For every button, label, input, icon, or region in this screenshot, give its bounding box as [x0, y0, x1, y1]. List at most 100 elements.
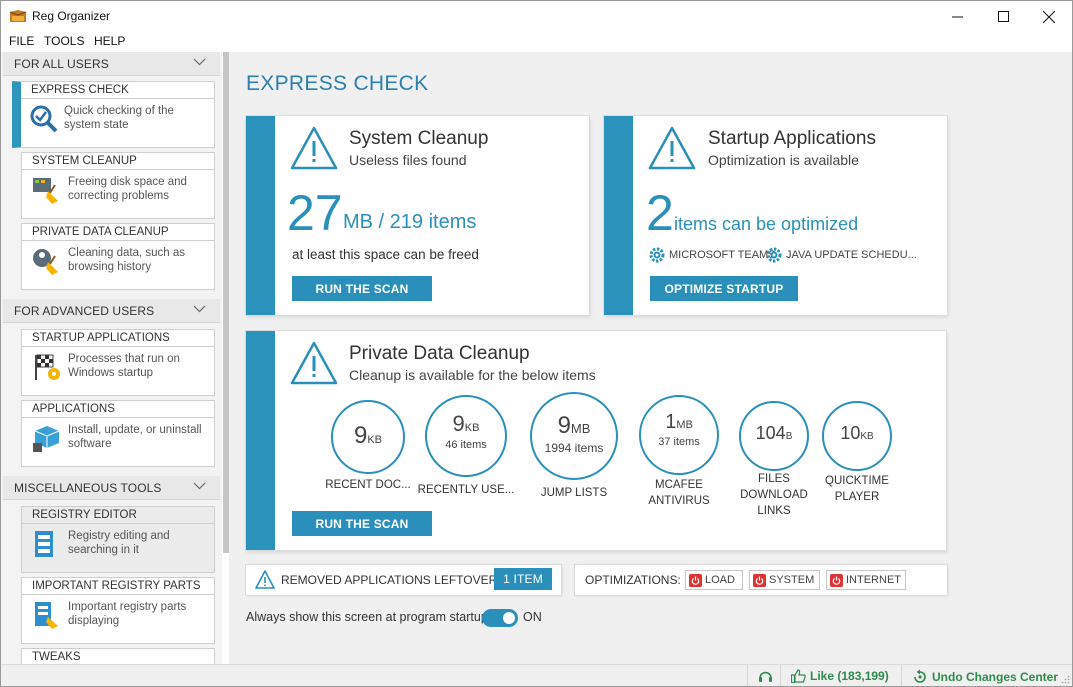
optimizations-strip: OPTIMIZATIONS: LOAD SYSTEM INTERNET	[575, 565, 947, 595]
private-item-circle[interactable]: 9KB	[331, 400, 405, 474]
undo-changes-center-button[interactable]: Undo Changes Center	[912, 669, 1058, 685]
broom-monitor-icon	[33, 178, 58, 204]
maximize-icon	[997, 11, 1009, 22]
registry-editor-icon	[35, 531, 53, 557]
leftovers-strip: REMOVED APPLICATIONS LEFTOVERS 1 ITEM	[246, 565, 561, 595]
power-off-icon	[689, 573, 702, 587]
private-item-circle[interactable]: 10KB	[822, 401, 892, 471]
warning-icon	[290, 126, 338, 170]
cleanup-note: at least this space can be freed	[292, 247, 479, 262]
startup-tag-teams[interactable]: MICROSOFT TEAMS	[649, 247, 776, 263]
private-item-circle[interactable]: 104B	[739, 401, 809, 471]
power-off-icon	[830, 573, 843, 587]
private-item-size: 1	[665, 411, 677, 433]
minimize-button[interactable]	[934, 1, 980, 32]
power-off-icon	[753, 573, 766, 587]
startup-tag-java[interactable]: JAVA UPDATE SCHEDU...	[766, 247, 917, 263]
sidebar-item-important-registry-parts[interactable]: IMPORTANT REGISTRY PARTS Important regis…	[21, 577, 215, 644]
status-divider	[780, 665, 781, 686]
sidebar-item-desc: Install, update, or uninstall software	[68, 424, 202, 450]
private-item-unit: MB	[676, 419, 693, 431]
magnifier-check-icon	[30, 105, 58, 133]
resize-grip-icon[interactable]	[1061, 675, 1070, 684]
private-item-unit: KB	[367, 434, 383, 446]
sidebar-item-title: APPLICATIONS	[22, 401, 214, 418]
startup-toggle-label: Always show this screen at program start…	[246, 610, 488, 624]
sidebar-item-tweaks[interactable]: TWEAKS	[21, 648, 215, 664]
sidebar-item-desc: Quick checking of the system state	[64, 105, 174, 131]
menu-help[interactable]: HELP	[94, 34, 125, 48]
startup-toggle-switch[interactable]	[482, 609, 518, 627]
private-item-circle[interactable]: 9MB 1994 items	[530, 392, 618, 480]
sidebar-item-registry-editor[interactable]: REGISTRY EDITOR Registry editing and sea…	[21, 506, 215, 573]
optimization-label: INTERNET	[846, 574, 901, 586]
run-scan-button[interactable]: RUN THE SCAN	[292, 511, 432, 536]
reg-organizer-logo-icon	[9, 10, 27, 22]
section-label: MISCELLANEOUS TOOLS	[14, 481, 162, 495]
section-miscellaneous-tools[interactable]: MISCELLANEOUS TOOLS	[3, 476, 220, 500]
startup-count-value: 2	[646, 185, 674, 241]
like-button[interactable]: Like (183,199)	[791, 669, 889, 683]
headset-support-icon[interactable]	[758, 669, 773, 684]
optimize-startup-button[interactable]: OPTIMIZE STARTUP	[650, 276, 798, 301]
section-for-all-users[interactable]: FOR ALL USERS	[3, 52, 220, 76]
optimizations-label: OPTIMIZATIONS:	[585, 573, 681, 587]
sidebar-item-title: STARTUP APPLICATIONS	[22, 330, 214, 347]
card-title: System Cleanup	[349, 128, 489, 149]
chevron-down-icon	[193, 482, 206, 490]
section-label: FOR ALL USERS	[14, 57, 109, 71]
optimization-system-button[interactable]: SYSTEM	[749, 570, 820, 590]
gear-icon	[649, 247, 665, 263]
sidebar-item-system-cleanup[interactable]: SYSTEM CLEANUP Freeing disk space and co…	[21, 152, 215, 219]
private-item-count: 46 items	[445, 439, 487, 451]
startup-tag-label: MICROSOFT TEAMS	[669, 249, 776, 261]
sidebar: FOR ALL USERS EXPRESS CHECK Quick checki…	[1, 52, 222, 664]
private-item-circle[interactable]: 9KB 46 items	[425, 395, 507, 477]
window-title: Reg Organizer	[32, 9, 111, 23]
maximize-button[interactable]	[980, 1, 1026, 32]
undo-changes-label: Undo Changes Center	[932, 670, 1059, 684]
main-panel: EXPRESS CHECK System Cleanup Useless fil…	[229, 52, 1072, 664]
sidebar-item-title: IMPORTANT REGISTRY PARTS	[22, 578, 214, 595]
private-item-unit: MB	[570, 421, 591, 436]
section-for-advanced-users[interactable]: FOR ADVANCED USERS	[3, 299, 220, 323]
undo-icon	[914, 669, 926, 683]
run-scan-button[interactable]: RUN THE SCAN	[292, 276, 432, 301]
private-item-label: MCAFEE ANTIVIRUS	[648, 479, 710, 507]
card-accent-bar	[604, 116, 633, 315]
sidebar-item-express-check[interactable]: EXPRESS CHECK Quick checking of the syst…	[12, 81, 215, 148]
private-item-circle[interactable]: 1MB 37 items	[639, 395, 719, 475]
private-item-label: JUMP LISTS	[540, 487, 608, 499]
private-item-label: FILES DOWNLOAD LINKS	[740, 473, 808, 517]
broom-user-icon	[33, 249, 58, 275]
close-button[interactable]	[1026, 1, 1072, 32]
warning-icon	[255, 570, 275, 589]
optimization-load-button[interactable]: LOAD	[685, 570, 743, 590]
private-item-unit: KB	[464, 422, 480, 434]
private-item-unit: KB	[860, 431, 874, 442]
private-item-unit: B	[785, 431, 793, 442]
menu-file[interactable]: FILE	[9, 34, 34, 48]
menu-bar: FILE TOOLS HELP	[1, 32, 1072, 52]
thumbs-up-icon	[791, 669, 806, 683]
menu-tools[interactable]: TOOLS	[44, 34, 84, 48]
status-divider	[901, 665, 902, 686]
startup-applications-card: Startup Applications Optimization is ava…	[604, 116, 947, 315]
private-item-count: 37 items	[658, 436, 700, 448]
cleanup-size-unit: MB / 219 items	[343, 211, 477, 233]
sidebar-item-applications[interactable]: APPLICATIONS Install, update, or uninsta…	[21, 400, 215, 467]
sidebar-item-private-data-cleanup[interactable]: PRIVATE DATA CLEANUP Cleaning data, such…	[21, 223, 215, 290]
sidebar-item-startup-applications[interactable]: STARTUP APPLICATIONS Processes that run …	[21, 329, 215, 396]
minimize-icon	[951, 16, 963, 18]
close-icon	[1043, 10, 1055, 23]
startup-count-unit: items can be optimized	[674, 214, 859, 234]
private-item-label: RECENTLY USE...	[417, 484, 515, 496]
chevron-down-icon	[193, 58, 206, 66]
like-count: Like (183,199)	[810, 669, 889, 683]
sidebar-item-title: REGISTRY EDITOR	[22, 507, 214, 524]
optimization-internet-button[interactable]: INTERNET	[826, 570, 906, 590]
registry-broom-icon	[35, 602, 58, 629]
private-item-size: 9	[557, 412, 571, 439]
leftovers-badge-button[interactable]: 1 ITEM	[494, 568, 552, 590]
sidebar-item-title: PRIVATE DATA CLEANUP	[22, 224, 214, 241]
